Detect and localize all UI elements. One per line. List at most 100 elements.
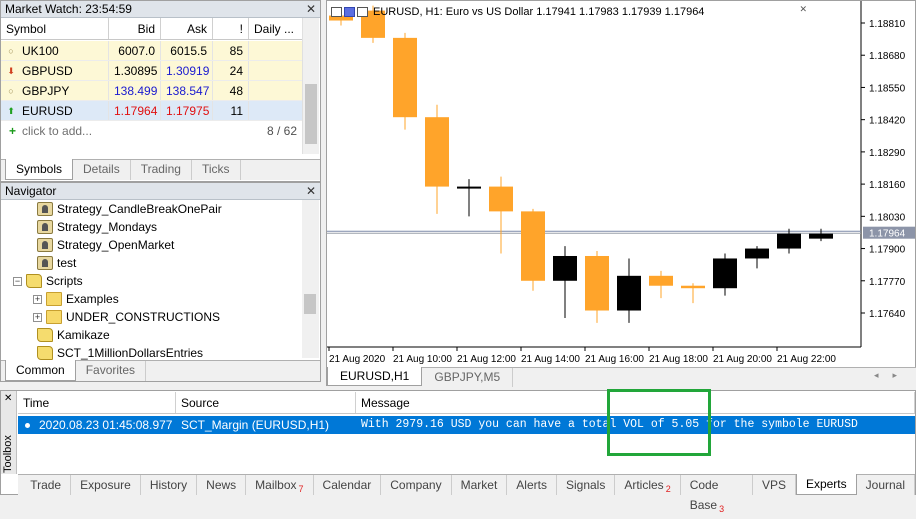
nav-item[interactable]: Strategy_OpenMarket xyxy=(37,236,174,254)
current-price-label: 1.17964 xyxy=(869,229,906,240)
tab-scroll-arrows-icon[interactable]: ◂▸ xyxy=(874,370,911,381)
tab-details[interactable]: Details xyxy=(73,160,131,180)
symbol-row[interactable]: ⬇ GBPUSD 1.30895 1.30919 24 xyxy=(1,61,303,81)
expert-icon xyxy=(37,238,53,252)
navigator-panel: Navigator ✕ Strategy_CandleBreakOnePair S… xyxy=(0,182,321,382)
scroll-thumb[interactable] xyxy=(304,294,316,314)
navigator-tabs: Common Favorites xyxy=(1,360,320,381)
nav-item[interactable]: Kamikaze xyxy=(37,326,110,344)
tab-articles[interactable]: Articles 2 xyxy=(615,475,681,495)
tab-label: Experts xyxy=(805,477,847,491)
candle-body[interactable] xyxy=(393,37,417,118)
time-tick-label: 21 Aug 22:00 xyxy=(777,354,836,365)
symbol-row[interactable]: ○ GBPJPY 138.499 138.547 48 xyxy=(1,81,303,101)
symbol-row[interactable]: ○ UK100 6007.0 6015.5 85 xyxy=(1,41,303,61)
nav-item[interactable]: Strategy_CandleBreakOnePair xyxy=(37,200,222,218)
expand-icon[interactable]: + xyxy=(33,312,42,322)
tab-label: Calendar xyxy=(322,478,372,492)
add-symbol-label: click to add... xyxy=(22,124,93,138)
candle-body[interactable] xyxy=(809,233,833,239)
script-icon xyxy=(37,328,53,342)
price-chart[interactable]: 1.18810 1.18680 1.18550 1.18420 1.18290 1.181… xyxy=(327,1,915,367)
tab-favorites[interactable]: Favorites xyxy=(76,361,147,381)
nav-item[interactable]: + UNDER_CONSTRUCTIONS xyxy=(33,308,220,326)
column-daily[interactable]: Daily ... xyxy=(249,18,303,39)
candle-body[interactable] xyxy=(681,285,705,289)
tab-code-base[interactable]: Code Base 3 xyxy=(681,475,753,514)
close-icon[interactable]: ✕ xyxy=(306,1,316,17)
candle-body[interactable] xyxy=(713,258,737,289)
tab-company[interactable]: Company xyxy=(381,475,452,495)
tab-experts[interactable]: Experts xyxy=(795,474,857,495)
expand-icon[interactable]: + xyxy=(33,294,42,304)
candle-body[interactable] xyxy=(489,186,513,212)
symbol-name: GBPJPY xyxy=(22,83,70,98)
tab-signals[interactable]: Signals xyxy=(557,475,616,495)
nav-item[interactable]: + Examples xyxy=(33,290,119,308)
log-source: SCT_Margin (EURUSD,H1) xyxy=(181,418,330,432)
log-row[interactable]: 2020.08.23 01:45:08.977 SCT_Margin (EURU… xyxy=(18,416,915,434)
market-watch-panel: Market Watch: 23:54:59 ✕ Symbol Bid Ask … xyxy=(0,0,321,182)
candle-body[interactable] xyxy=(553,255,577,281)
close-icon[interactable]: ✕ xyxy=(306,183,316,199)
column-ask[interactable]: Ask xyxy=(161,18,213,39)
close-icon[interactable]: ✕ xyxy=(4,393,12,404)
expert-icon xyxy=(37,256,53,270)
candle-body[interactable] xyxy=(777,233,801,249)
column-time[interactable]: Time xyxy=(18,392,176,413)
tab-mailbox[interactable]: Mailbox 7 xyxy=(246,475,314,495)
price-tick-label: 1.17770 xyxy=(869,277,906,288)
candle-body[interactable] xyxy=(521,211,545,281)
toolbox-tabs: Trade Exposure History News Mailbox 7 Calendar… xyxy=(18,474,915,514)
scroll-thumb[interactable] xyxy=(305,84,317,144)
tab-eurusd-h1[interactable]: EURUSD,H1 xyxy=(327,367,423,386)
nav-item[interactable]: − Scripts xyxy=(13,272,83,290)
candle-body[interactable] xyxy=(585,255,609,311)
tab-label: Signals xyxy=(565,478,606,492)
daily-value xyxy=(249,81,303,100)
tab-ticks[interactable]: Ticks xyxy=(192,160,241,180)
nav-item-label: Examples xyxy=(66,292,119,306)
market-watch-scrollbar[interactable] xyxy=(302,18,319,154)
tab-journal[interactable]: Journal xyxy=(857,475,915,495)
ask-value: 138.547 xyxy=(161,81,213,100)
nav-item-label: Strategy_CandleBreakOnePair xyxy=(57,202,222,216)
tab-market[interactable]: Market xyxy=(452,475,508,495)
symbol-count: 8 / 62 xyxy=(266,124,297,138)
column-bid[interactable]: Bid xyxy=(109,18,161,39)
highlight-box xyxy=(607,389,711,456)
chart-close-icon[interactable]: ✕ xyxy=(799,4,807,15)
chart-window: 1.18810 1.18680 1.18550 1.18420 1.18290 1.181… xyxy=(326,0,916,387)
candle-body[interactable] xyxy=(617,275,641,311)
tab-vps[interactable]: VPS xyxy=(753,475,796,495)
price-tick-label: 1.18550 xyxy=(869,83,906,94)
add-symbol-row[interactable]: + click to add... 8 / 62 xyxy=(1,121,303,141)
nav-item[interactable]: Strategy_Mondays xyxy=(37,218,157,236)
column-spread[interactable]: ! xyxy=(213,18,249,39)
symbol-row[interactable]: ⬆ EURUSD 1.17964 1.17975 11 xyxy=(1,101,303,121)
time-tick-label: 21 Aug 10:00 xyxy=(393,354,452,365)
window-icon xyxy=(331,7,342,17)
candle-body[interactable] xyxy=(745,248,769,259)
tab-alerts[interactable]: Alerts xyxy=(507,475,557,495)
nav-item[interactable]: test xyxy=(37,254,76,272)
candle-body[interactable] xyxy=(425,117,449,187)
log-time: 2020.08.23 01:45:08.977 xyxy=(39,418,173,432)
expand-icon[interactable]: − xyxy=(13,276,22,286)
tab-exposure[interactable]: Exposure xyxy=(71,475,141,495)
bid-value: 6007.0 xyxy=(109,41,161,60)
column-symbol[interactable]: Symbol xyxy=(1,18,109,39)
tab-news[interactable]: News xyxy=(197,475,247,495)
candle-body[interactable] xyxy=(649,275,673,286)
tab-history[interactable]: History xyxy=(141,475,198,495)
tab-calendar[interactable]: Calendar xyxy=(314,475,382,495)
column-source[interactable]: Source xyxy=(176,392,356,413)
tab-trade[interactable]: Trade xyxy=(21,475,72,495)
tab-symbols[interactable]: Symbols xyxy=(5,159,74,180)
tab-common[interactable]: Common xyxy=(5,360,76,381)
navigator-scrollbar[interactable] xyxy=(302,200,319,358)
script-icon xyxy=(26,274,42,288)
candle-body[interactable] xyxy=(457,186,481,189)
tab-trading[interactable]: Trading xyxy=(131,160,192,180)
tab-gbpjpy-m5[interactable]: GBPJPY,M5 xyxy=(422,368,514,387)
